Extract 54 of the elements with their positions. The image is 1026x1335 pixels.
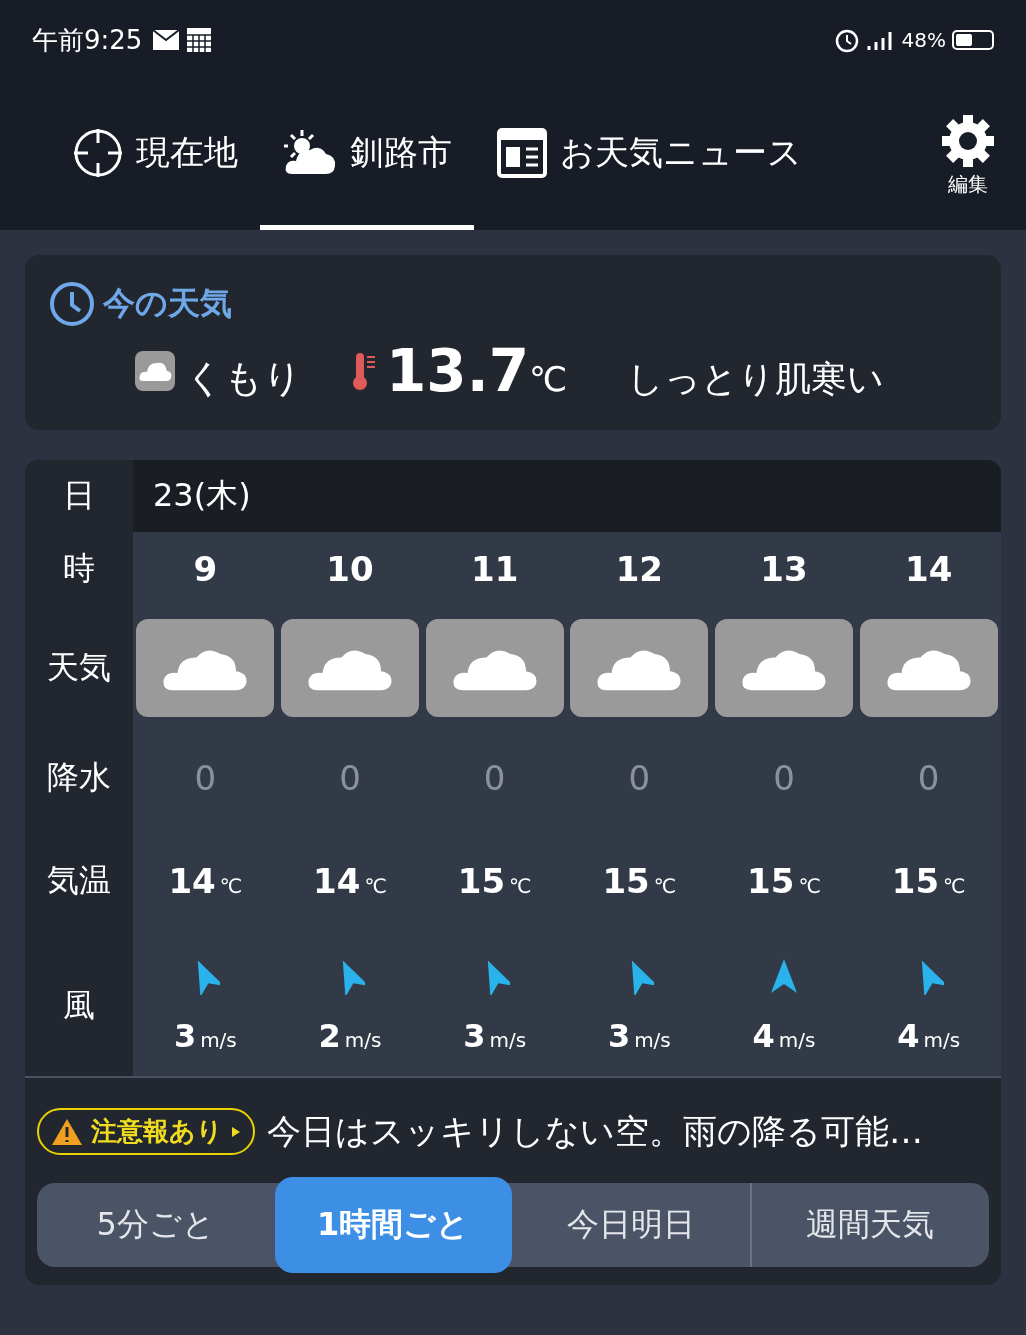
warning-icon — [51, 1117, 83, 1146]
temperature-value: 14℃ — [313, 861, 387, 901]
temperature-unit: ℃ — [529, 359, 568, 399]
hour-label: 14 — [905, 549, 953, 589]
weather-condition: くもり — [185, 355, 302, 402]
wind-speed: 4 m/s — [897, 1017, 961, 1055]
precipitation-value: 0 — [339, 758, 361, 798]
location-tab[interactable]: 現在地 — [50, 80, 260, 230]
alarm-icon — [833, 27, 860, 53]
temperature-value: 15℃ — [891, 861, 966, 901]
calendar-icon — [186, 27, 213, 53]
hour-label: 13 — [760, 549, 808, 589]
mode-tab[interactable]: 週間天気 — [749, 1183, 989, 1267]
location-tab[interactable]: 釧路市 — [260, 80, 474, 230]
wind-arrow-icon — [769, 957, 799, 995]
hour-label: 9 — [193, 549, 218, 589]
temperature-value: 15℃ — [602, 861, 677, 901]
newspaper-icon — [496, 126, 548, 179]
caret-icon — [231, 1125, 241, 1138]
notice-text: 今日はスッキリしない空。雨の降る可能… — [267, 1109, 923, 1153]
mode-tab[interactable]: 5分ごと — [37, 1183, 275, 1267]
feel-description: しっとり肌寒い — [627, 357, 885, 401]
battery-percent: 48% — [901, 28, 946, 52]
precipitation-value: 0 — [483, 758, 506, 798]
wind-speed: 3 m/s — [463, 1017, 527, 1055]
temperature-value: 15℃ — [747, 861, 821, 901]
mail-icon — [152, 29, 181, 51]
status-time: 午前9:25 — [32, 23, 143, 57]
temperature-value: 14℃ — [168, 861, 243, 901]
warning-badge[interactable]: 注意報あり — [37, 1108, 255, 1155]
location-tab[interactable]: お天気ニュース — [474, 80, 824, 230]
hour-label: 11 — [471, 549, 519, 589]
precipitation-value: 0 — [773, 758, 795, 798]
temperature-value: 15℃ — [457, 861, 532, 901]
hour-label: 12 — [615, 549, 663, 589]
edit-button[interactable]: 編集 — [940, 80, 996, 230]
settings-icon — [940, 112, 996, 169]
section-title: 今の天気 — [103, 283, 232, 324]
cloud-icon — [135, 351, 175, 391]
wind-speed: 3 m/s — [173, 1017, 237, 1055]
battery-icon — [952, 30, 994, 50]
crosshair-icon — [72, 126, 124, 179]
hour-label: 10 — [326, 549, 374, 589]
precipitation-value: 0 — [917, 758, 940, 798]
precipitation-value: 0 — [194, 758, 217, 798]
mode-tab[interactable]: 今日明日 — [512, 1183, 750, 1267]
thermometer-icon — [352, 351, 378, 391]
wind-speed: 4 m/s — [752, 1017, 816, 1055]
current-temperature: 13.7 — [386, 337, 530, 405]
clock-icon — [49, 281, 95, 327]
precipitation-value: 0 — [628, 758, 651, 798]
date-header: 23(木) — [133, 460, 1001, 532]
wind-speed: 3 m/s — [607, 1017, 671, 1055]
wind-speed: 2 m/s — [318, 1017, 382, 1055]
